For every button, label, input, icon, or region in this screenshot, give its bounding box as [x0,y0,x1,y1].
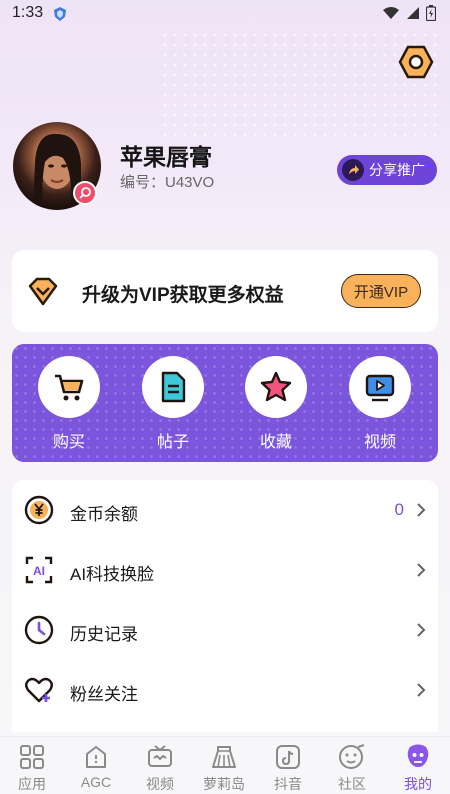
chevron-right-icon [417,623,426,637]
search-icon [79,187,91,199]
tv-icon [148,745,172,767]
quick-action-favorites[interactable]: 收藏 [244,356,308,452]
tab-video[interactable]: 视频 [132,743,188,794]
open-vip-button[interactable]: 开通VIP [341,274,421,308]
tab-agc[interactable]: AGC [68,743,124,790]
menu-row-fans-follow[interactable]: 粉丝关注 [12,660,438,720]
clock-icon [24,615,54,645]
quick-action-label: 视频 [363,434,396,451]
status-icons [382,5,436,21]
status-time: 1:33 [12,4,44,21]
coin-balance-value: 0 [394,500,404,519]
quick-action-label: 收藏 [259,434,292,451]
skirt-icon [212,746,236,768]
quick-action-buy[interactable]: 购买 [37,356,101,452]
vip-diamond-icon [28,277,58,306]
signal-icon [407,7,419,19]
tab-label: 抖音 [274,776,302,792]
post-document-icon [161,371,186,403]
vip-upgrade-card: 升级为VIP获取更多权益 开通VIP [12,250,438,332]
menu-label: 粉丝关注 [70,685,138,704]
status-bar: 1:33 [0,0,450,28]
menu-row-coin-balance[interactable]: 金币余额 0 [12,480,438,540]
bottom-tab-bar: 应用 AGC 视频 萝莉岛 抖音 社区 我的 [0,736,450,794]
tab-label: 视频 [146,776,174,792]
apps-grid-icon [20,745,44,769]
tab-label: AGC [80,774,112,790]
tiktok-icon [276,745,300,769]
share-promote-button[interactable]: 分享推广 [337,155,437,185]
tab-loli-island[interactable]: 萝莉岛 [196,743,252,794]
wifi-icon [383,7,399,19]
menu-label: AI科技换脸 [70,565,155,584]
battery-icon [426,5,436,21]
mine-avatar-icon [407,744,429,767]
tab-mine[interactable]: 我的 [390,743,446,794]
community-face-icon [339,744,365,769]
settings-hex-icon[interactable] [398,44,434,80]
cart-icon [55,374,84,401]
share-promote-label: 分享推广 [369,162,425,178]
svg-text:AI: AI [33,564,45,578]
tab-community[interactable]: 社区 [324,743,380,794]
video-play-icon [365,374,395,402]
menu-label: 历史记录 [70,625,138,644]
menu-row-ai-face-swap[interactable]: AI AI科技换脸 [12,540,438,600]
quick-action-posts[interactable]: 帖子 [141,356,205,452]
yen-coin-icon [24,495,54,525]
tab-douyin[interactable]: 抖音 [260,743,316,794]
quick-actions-card: 购买 帖子 收藏 视频 [12,344,438,462]
menu-list: 金币余额 0 AI AI科技换脸 历史记录 粉丝关注 [12,480,438,732]
chevron-right-icon [417,683,426,697]
share-arrow-icon [342,159,364,181]
tab-label: 应用 [18,776,46,792]
quick-action-label: 帖子 [156,434,189,451]
avatar-edit-badge[interactable] [73,181,97,205]
tab-label: 我的 [404,776,432,792]
user-name: 苹果唇膏 [120,144,212,170]
star-icon [260,371,292,402]
menu-row-history[interactable]: 历史记录 [12,600,438,660]
vip-promo-text: 升级为VIP获取更多权益 [82,285,284,306]
user-id: 编号：U43VO [120,174,215,191]
agc-house-icon [86,746,106,768]
quick-action-videos[interactable]: 视频 [348,356,412,452]
chevron-right-icon [417,503,426,517]
shield-app-icon [54,7,66,21]
chevron-right-icon [417,563,426,577]
tab-apps[interactable]: 应用 [4,743,60,794]
heart-plus-icon [25,677,53,703]
quick-action-label: 购买 [52,434,85,451]
tab-label: 社区 [338,776,366,792]
tab-label: 萝莉岛 [203,776,245,792]
menu-label: 金币余额 [70,505,138,524]
ai-face-swap-icon: AI [25,556,53,584]
